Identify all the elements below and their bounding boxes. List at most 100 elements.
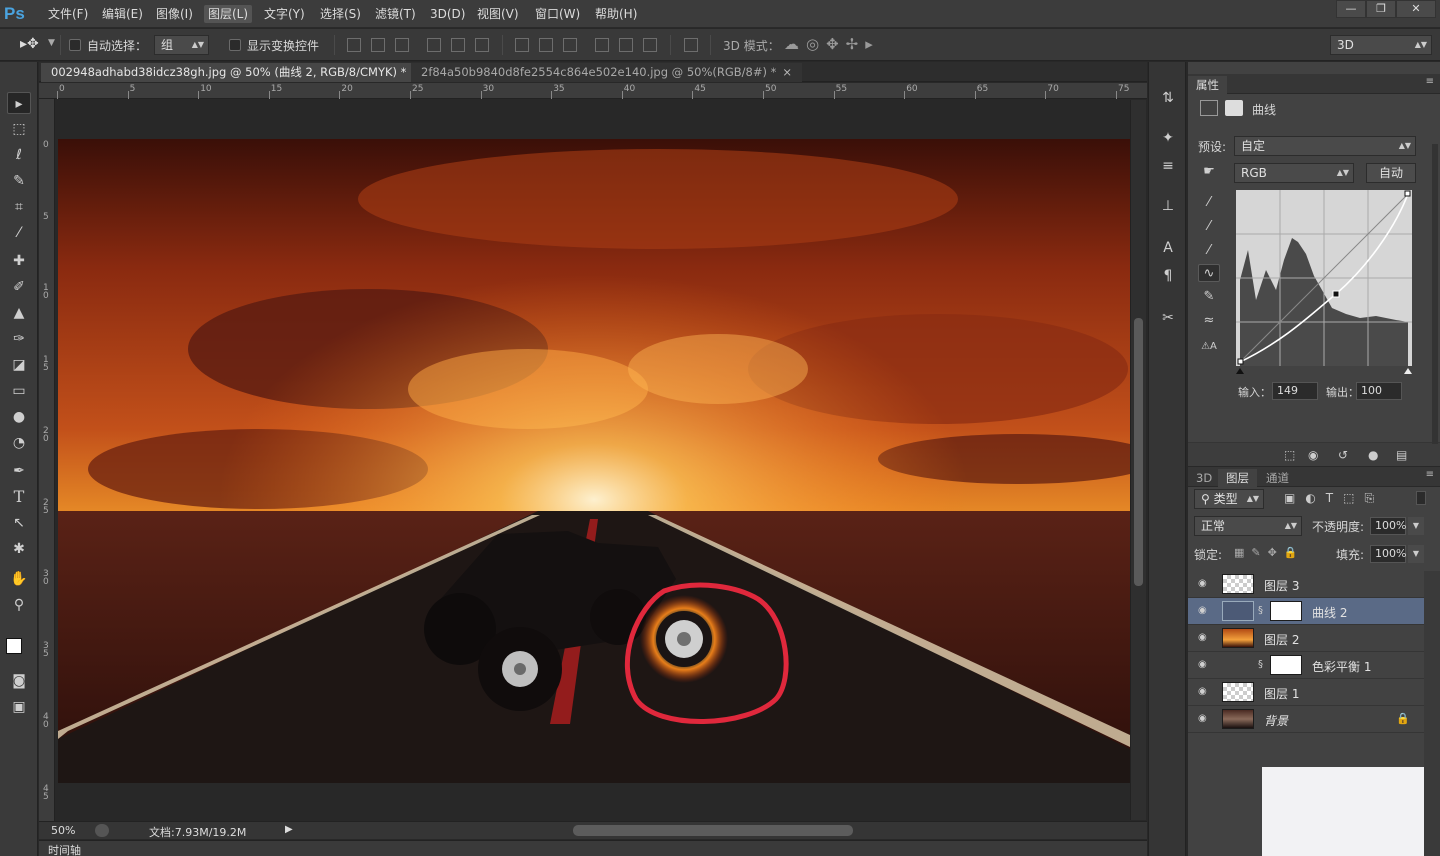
minimize-button[interactable]: — bbox=[1336, 0, 1366, 18]
pen-tool-icon[interactable]: ✒ bbox=[7, 460, 31, 482]
healing-brush-tool-icon[interactable]: ✚ bbox=[7, 250, 31, 272]
input-value-field[interactable]: 149 bbox=[1272, 382, 1318, 400]
lock-icons[interactable]: ▦✎✥🔒 bbox=[1234, 546, 1305, 559]
tab-document-1[interactable]: 002948adhabd38idcz38gh.jpg @ 50% (曲线 2, … bbox=[41, 63, 433, 82]
menu-window[interactable]: 窗口(W) bbox=[531, 5, 584, 23]
layer-mask-thumbnail[interactable] bbox=[1270, 601, 1302, 621]
menu-3d[interactable]: 3D(D) bbox=[426, 5, 469, 23]
restore-button[interactable]: ❐ bbox=[1366, 0, 1396, 18]
preset-dropdown[interactable]: 自定 ▲▼ bbox=[1234, 136, 1416, 156]
menu-filter[interactable]: 滤镜(T) bbox=[371, 5, 420, 23]
move-tool-icon[interactable]: ▸ bbox=[7, 92, 31, 114]
align-right-icon[interactable] bbox=[475, 38, 489, 52]
toggle-visibility-icon[interactable]: ● bbox=[1368, 448, 1378, 462]
eye-visibility-icon[interactable]: ◉ bbox=[1198, 660, 1210, 670]
adjust-brush-icon[interactable]: ✦ bbox=[1158, 128, 1178, 148]
3d-mode-icons[interactable]: ☁◎✥✢▸ bbox=[784, 35, 880, 53]
menu-file[interactable]: 文件(F) bbox=[44, 5, 92, 23]
quick-mask-icon[interactable]: ◙ bbox=[7, 670, 31, 692]
opacity-field[interactable]: 100% bbox=[1370, 517, 1406, 535]
distribute-bottom-icon[interactable] bbox=[563, 38, 577, 52]
character-panel-icon[interactable]: A bbox=[1158, 238, 1178, 258]
eye-visibility-icon[interactable]: ◉ bbox=[1198, 606, 1210, 616]
chain-link-icon[interactable]: § bbox=[1258, 605, 1263, 616]
eye-visibility-icon[interactable]: ◉ bbox=[1198, 633, 1210, 643]
opacity-dropdown-icon[interactable]: ▼ bbox=[1408, 517, 1424, 535]
distribute-right-icon[interactable] bbox=[643, 38, 657, 52]
fill-field[interactable]: 100% bbox=[1370, 545, 1406, 563]
clone-stamp-tool-icon[interactable]: ▲ bbox=[7, 302, 31, 324]
curve-edit-icon[interactable]: ∿ bbox=[1198, 264, 1220, 282]
paragraph-panel-icon[interactable]: ¶ bbox=[1158, 266, 1178, 286]
fill-dropdown-icon[interactable]: ▼ bbox=[1408, 545, 1424, 563]
brush-settings-icon[interactable]: ≡ bbox=[1158, 156, 1178, 176]
menu-select[interactable]: 选择(S) bbox=[316, 5, 365, 23]
pencil-draw-icon[interactable]: ✎ bbox=[1198, 288, 1220, 306]
dodge-tool-icon[interactable]: ◔ bbox=[7, 432, 31, 454]
clone-source-icon[interactable]: ⊥ bbox=[1158, 196, 1178, 216]
layer-row[interactable]: ◉ 背景 🔒 bbox=[1188, 706, 1424, 733]
tab-document-2[interactable]: 2f84a50b9840d8fe2554c864e502e140.jpg @ 5… bbox=[411, 63, 803, 82]
align-top-icon[interactable] bbox=[347, 38, 361, 52]
tool-presets-icon[interactable]: ✂ bbox=[1158, 308, 1178, 328]
layer-row[interactable]: ◉ 图层 1 bbox=[1188, 679, 1424, 706]
vertical-scroll-thumb[interactable] bbox=[1134, 318, 1143, 586]
status-menu-arrow-icon[interactable]: ▶ bbox=[285, 824, 293, 835]
timeline-tab[interactable]: 时间轴 bbox=[48, 842, 81, 856]
layer-row[interactable]: ◉ 图层 2 bbox=[1188, 625, 1424, 652]
distribute-top-icon[interactable] bbox=[515, 38, 529, 52]
history-panel-icon[interactable]: ⇅ bbox=[1158, 88, 1178, 108]
quick-select-tool-icon[interactable]: ✎ bbox=[7, 170, 31, 192]
tab-3d[interactable]: 3D bbox=[1188, 469, 1220, 487]
gray-point-eyedropper-icon[interactable]: ⁄ bbox=[1198, 218, 1220, 236]
lasso-tool-icon[interactable]: ℓ bbox=[7, 144, 31, 166]
hand-tool-icon[interactable]: ✋ bbox=[7, 568, 31, 590]
gradient-tool-icon[interactable]: ▭ bbox=[7, 380, 31, 402]
view-previous-icon[interactable]: ◉ bbox=[1308, 448, 1318, 462]
tab-layers[interactable]: 图层 bbox=[1218, 469, 1257, 487]
zoom-level[interactable]: 50% bbox=[51, 824, 75, 837]
align-bottom-icon[interactable] bbox=[395, 38, 409, 52]
menu-view[interactable]: 视图(V) bbox=[473, 5, 523, 23]
eraser-tool-icon[interactable]: ◪ bbox=[7, 354, 31, 376]
layer-row[interactable]: ◉ 图层 3 bbox=[1188, 571, 1424, 598]
close-tab-icon[interactable]: × bbox=[782, 65, 792, 79]
screen-mode-icon[interactable]: ▣ bbox=[7, 696, 31, 718]
eye-visibility-icon[interactable]: ◉ bbox=[1198, 714, 1210, 724]
status-info-icon[interactable] bbox=[95, 824, 109, 837]
filter-toggle[interactable] bbox=[1416, 491, 1426, 505]
menu-layer[interactable]: 图层(L) bbox=[204, 5, 253, 23]
menu-type[interactable]: 文字(Y) bbox=[260, 5, 309, 23]
black-point-eyedropper-icon[interactable]: ⁄ bbox=[1198, 194, 1220, 212]
menu-help[interactable]: 帮助(H) bbox=[591, 5, 641, 23]
eye-visibility-icon[interactable]: ◉ bbox=[1198, 579, 1210, 589]
layer-mask-thumbnail[interactable] bbox=[1270, 655, 1302, 675]
move-tool-icon[interactable]: ▸✥ bbox=[20, 36, 39, 52]
shape-tool-icon[interactable]: ✱ bbox=[7, 538, 31, 560]
panel-menu-icon[interactable]: ≡ bbox=[1426, 469, 1434, 480]
panel-menu-icon[interactable]: ≡ bbox=[1426, 76, 1434, 87]
auto-select-dropdown[interactable]: 组 ▲▼ bbox=[154, 35, 209, 55]
auto-select-checkbox[interactable] bbox=[69, 39, 81, 51]
distribute-hcenter-icon[interactable] bbox=[619, 38, 633, 52]
blur-tool-icon[interactable]: ● bbox=[7, 406, 31, 428]
layer-filter-dropdown[interactable]: ⚲ 类型 ▲▼ bbox=[1194, 489, 1264, 509]
history-brush-tool-icon[interactable]: ✑ bbox=[7, 328, 31, 350]
blend-mode-dropdown[interactable]: 正常 ▲▼ bbox=[1194, 516, 1302, 536]
target-adjust-hand-icon[interactable]: ☛ bbox=[1198, 163, 1220, 181]
marquee-tool-icon[interactable]: ⬚ bbox=[7, 118, 31, 140]
vertical-scrollbar[interactable] bbox=[1130, 100, 1146, 820]
horizontal-scroll-thumb[interactable] bbox=[573, 825, 853, 836]
close-window-button[interactable]: ✕ bbox=[1396, 0, 1436, 18]
eyedropper-tool-icon[interactable]: ⁄ bbox=[7, 222, 31, 244]
distribute-vcenter-icon[interactable] bbox=[539, 38, 553, 52]
reset-icon[interactable]: ↺ bbox=[1338, 448, 1348, 462]
align-hcenter-icon[interactable] bbox=[451, 38, 465, 52]
layer-row-selected[interactable]: ◉ § 曲线 2 bbox=[1188, 598, 1424, 625]
foreground-color-swatch[interactable] bbox=[6, 638, 22, 654]
align-left-icon[interactable] bbox=[427, 38, 441, 52]
delete-icon[interactable]: ▤ bbox=[1396, 448, 1407, 462]
curves-graph[interactable] bbox=[1236, 190, 1412, 374]
chain-link-icon[interactable]: § bbox=[1258, 659, 1263, 670]
auto-button[interactable]: 自动 bbox=[1366, 163, 1416, 183]
